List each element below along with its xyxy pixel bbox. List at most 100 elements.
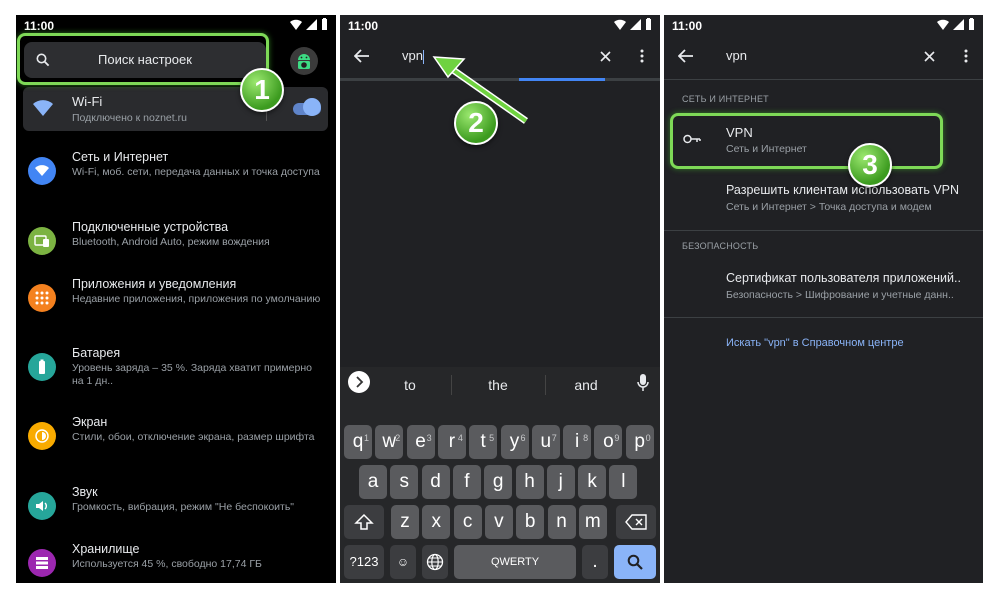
- settings-item[interactable]: Экран Стили, обои, отключение экрана, раз…: [16, 415, 336, 467]
- settings-item[interactable]: Батарея Уровень заряда – 35 %. Заряда хва…: [16, 346, 336, 398]
- symbols-key[interactable]: ?123: [344, 545, 384, 579]
- key-label: u: [540, 431, 552, 452]
- key-a[interactable]: a: [359, 465, 387, 499]
- key-f[interactable]: f: [452, 465, 481, 499]
- suggestion-2[interactable]: the: [468, 377, 528, 393]
- suggestion-3[interactable]: and: [556, 377, 616, 393]
- section-header-security: БЕЗОПАСНОСТЬ: [682, 241, 759, 251]
- devices-category-icon: [28, 227, 56, 255]
- backspace-key[interactable]: [616, 505, 656, 539]
- wifi-toggle-knob[interactable]: [303, 98, 321, 116]
- back-arrow-icon[interactable]: [354, 49, 370, 63]
- status-time: 11:00: [348, 19, 379, 33]
- divider: [451, 375, 452, 395]
- key-label: z: [400, 511, 410, 532]
- language-key[interactable]: [422, 545, 448, 579]
- key-v[interactable]: v: [484, 505, 513, 539]
- key-l[interactable]: l: [609, 465, 638, 499]
- key-label: q: [352, 431, 364, 452]
- help-center-link[interactable]: Искать "vpn" в Справочном центре: [726, 337, 904, 349]
- key-w[interactable]: w2: [375, 425, 404, 459]
- suggestions-expand-button[interactable]: [348, 371, 370, 393]
- space-key[interactable]: QWERTY: [454, 545, 576, 579]
- more-options-icon[interactable]: [964, 49, 968, 63]
- key-label: h: [524, 471, 535, 492]
- key-b[interactable]: b: [516, 505, 545, 539]
- key-n[interactable]: n: [547, 505, 576, 539]
- clear-icon[interactable]: [924, 51, 935, 62]
- status-time: 11:00: [24, 19, 55, 33]
- globe-icon: [426, 553, 444, 571]
- key-label: k: [587, 471, 597, 492]
- microphone-icon[interactable]: [637, 374, 649, 392]
- wifi-subtitle: Подключено к noznet.ru: [72, 112, 187, 124]
- highlight-search: [17, 33, 269, 85]
- wifi-icon: [33, 100, 53, 116]
- key-h[interactable]: h: [515, 465, 544, 499]
- search-input[interactable]: vpn: [402, 48, 424, 64]
- key-t[interactable]: t5: [469, 425, 498, 459]
- key-label: a: [367, 471, 379, 492]
- emoji-key[interactable]: ☺: [390, 545, 416, 579]
- result-user-certificate[interactable]: Сертификат пользователя приложений.. Без…: [664, 265, 983, 313]
- key-hint: 7: [551, 433, 557, 443]
- key-i[interactable]: i8: [563, 425, 592, 459]
- settings-item[interactable]: Хранилище Используется 45 %, свободно 17,…: [16, 542, 336, 583]
- key-c[interactable]: c: [453, 505, 482, 539]
- shift-key[interactable]: [344, 505, 384, 539]
- search-icon: [627, 554, 643, 570]
- result-title: Разрешить клиентам использовать VPN: [726, 183, 960, 197]
- key-o[interactable]: o9: [594, 425, 623, 459]
- key-g[interactable]: g: [484, 465, 513, 499]
- wifi-category-icon: [28, 157, 56, 185]
- battery-status-icon: [646, 18, 651, 30]
- result-tethering-vpn[interactable]: Разрешить клиентам использовать VPN Сеть…: [664, 177, 983, 225]
- key-u[interactable]: u7: [531, 425, 560, 459]
- key-hint: 3: [426, 433, 432, 443]
- key-y[interactable]: y6: [500, 425, 529, 459]
- settings-item[interactable]: Сеть и Интернет Wi-Fi, моб. сети, передач…: [16, 150, 336, 202]
- settings-item[interactable]: Подключенные устройства Bluetooth, Androi…: [16, 220, 336, 272]
- key-label: d: [430, 471, 441, 492]
- divider: [664, 317, 983, 318]
- search-key[interactable]: [614, 545, 656, 579]
- key-r[interactable]: r4: [437, 425, 466, 459]
- result-subtitle: Сеть и Интернет > Точка доступа и модем: [726, 201, 932, 213]
- key-d[interactable]: d: [421, 465, 450, 499]
- period-key[interactable]: .: [582, 545, 608, 579]
- search-input[interactable]: vpn: [726, 48, 747, 63]
- divider: [664, 79, 983, 80]
- key-m[interactable]: m: [578, 505, 607, 539]
- settings-item-title: Хранилище: [72, 542, 140, 556]
- settings-item-title: Приложения и уведомления: [72, 277, 237, 291]
- key-label: w: [382, 431, 397, 452]
- apps-category-icon: [28, 284, 56, 312]
- clear-icon[interactable]: [600, 51, 611, 62]
- settings-item[interactable]: Звук Громкость, вибрация, режим "Не беспо…: [16, 485, 336, 537]
- key-label: j: [558, 471, 563, 492]
- key-s[interactable]: s: [390, 465, 419, 499]
- account-avatar[interactable]: [290, 47, 318, 75]
- battery-status-icon: [322, 18, 327, 30]
- key-j[interactable]: j: [546, 465, 575, 499]
- wifi-icon: [35, 165, 49, 176]
- devices-icon: [34, 235, 49, 247]
- cell-signal-icon: [953, 18, 964, 30]
- brightness-category-icon: [28, 422, 56, 450]
- more-options-icon[interactable]: [640, 49, 644, 63]
- back-arrow-icon[interactable]: [678, 49, 694, 63]
- settings-item-subtitle: Недавние приложения, приложения по умолч…: [72, 293, 321, 305]
- keyboard: to the and q1w2e3r4t5y6u7i8o9p0asdfghjkl…: [340, 367, 660, 583]
- battery-icon: [39, 359, 45, 374]
- key-k[interactable]: k: [578, 465, 607, 499]
- key-q[interactable]: q1: [344, 425, 372, 459]
- divider: [664, 230, 983, 231]
- settings-item-title: Батарея: [72, 346, 121, 360]
- key-e[interactable]: e3: [406, 425, 435, 459]
- key-x[interactable]: x: [422, 505, 451, 539]
- key-z[interactable]: z: [391, 505, 419, 539]
- settings-item[interactable]: Приложения и уведомления Недавние приложе…: [16, 277, 336, 329]
- key-p[interactable]: p0: [625, 425, 654, 459]
- battery-category-icon: [28, 353, 56, 381]
- suggestion-1[interactable]: to: [380, 377, 440, 393]
